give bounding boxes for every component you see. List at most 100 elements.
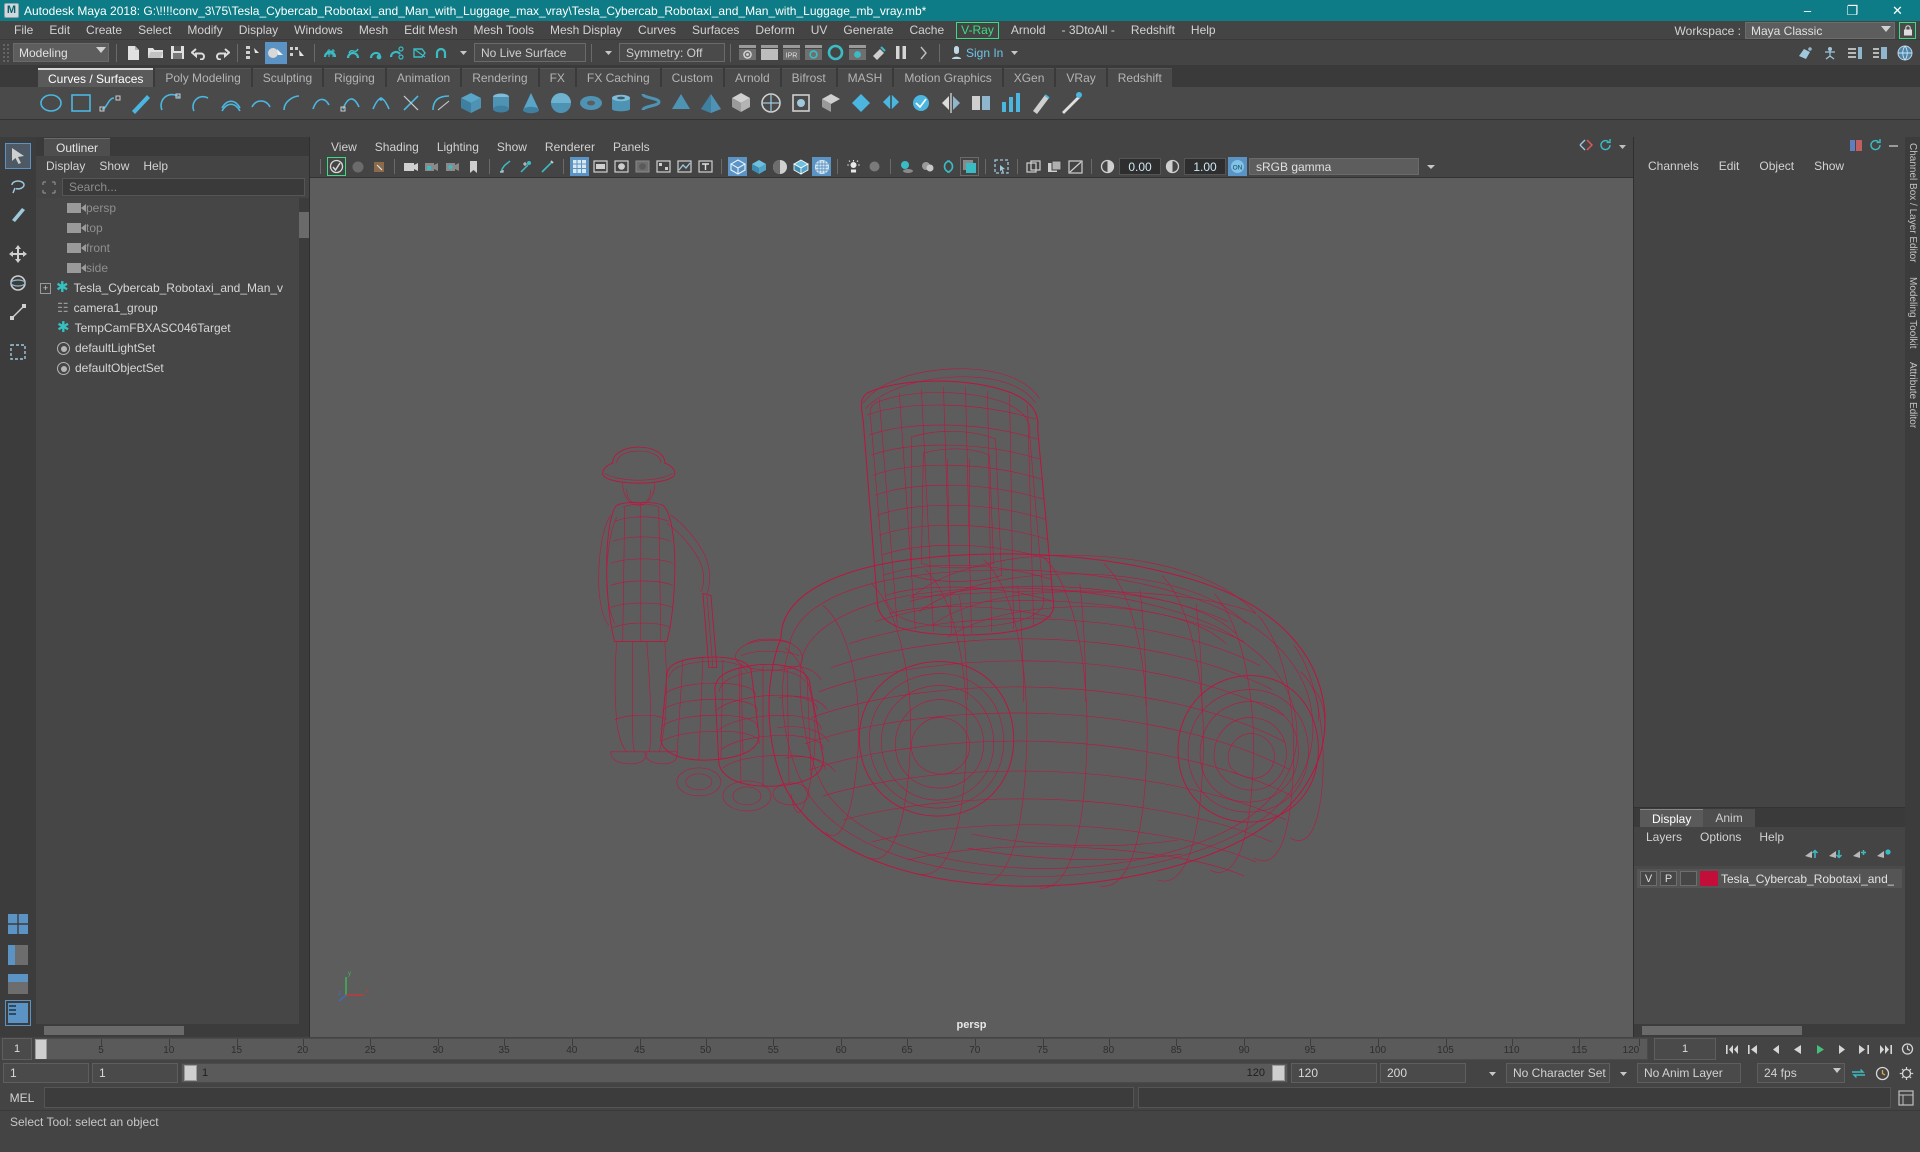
measure-tool-icon[interactable] xyxy=(538,157,557,176)
channelbox-menu-chevron-icon[interactable] xyxy=(1888,140,1899,154)
cube-light-icon[interactable] xyxy=(818,90,844,116)
channelbox-menu-edit[interactable]: Edit xyxy=(1719,159,1740,173)
ipr-render-icon[interactable]: IPR xyxy=(780,42,802,64)
layer-color-swatch[interactable] xyxy=(1700,871,1718,886)
outliner-item-default-object-set[interactable]: defaultObjectSet xyxy=(36,358,309,378)
select-component-icon[interactable] xyxy=(287,42,309,64)
extract-icon[interactable] xyxy=(968,90,994,116)
poly-cube-icon[interactable] xyxy=(458,90,484,116)
outliner-item-top[interactable]: top xyxy=(36,218,309,238)
layer-list[interactable]: V P Tesla_Cybercab_Robotaxi_and_ xyxy=(1634,866,1905,1024)
viewport-menu-chevron-icon[interactable] xyxy=(1618,140,1627,154)
auto-keyframe-icon[interactable] xyxy=(1872,1063,1893,1083)
channelbox-menu-show[interactable]: Show xyxy=(1814,159,1844,173)
new-scene-icon[interactable] xyxy=(122,42,144,64)
outliner-item-tempcam-target[interactable]: ✱ TempCamFBXASC046Target xyxy=(36,318,309,338)
render-settings-icon[interactable] xyxy=(802,42,824,64)
menu-curves[interactable]: Curves xyxy=(630,21,684,40)
poly-prism-icon[interactable] xyxy=(668,90,694,116)
quick-layout-outliner-persp-icon[interactable] xyxy=(5,1000,31,1026)
vray-vfb-icon[interactable] xyxy=(868,42,890,64)
camera-attributes-icon[interactable] xyxy=(401,157,420,176)
use-default-lighting-icon[interactable] xyxy=(844,157,863,176)
menu-cache[interactable]: Cache xyxy=(901,21,952,40)
color-management-select[interactable]: sRGB gamma xyxy=(1249,158,1419,175)
mel-result-field[interactable] xyxy=(1138,1087,1891,1108)
symmetry-field[interactable]: Symmetry: Off xyxy=(619,43,725,62)
outliner-item-persp[interactable]: persp xyxy=(36,198,309,218)
layer-horizontal-scrollbar[interactable] xyxy=(1634,1024,1905,1037)
show-hide-hud-icon[interactable] xyxy=(1819,42,1841,64)
viewport-canvas[interactable]: x y z persp xyxy=(310,178,1633,1037)
scale-tool-icon[interactable] xyxy=(5,299,31,325)
character-set-chevron-icon[interactable] xyxy=(1482,1063,1503,1083)
paint-tool-icon[interactable] xyxy=(1058,90,1084,116)
poly-sphere-icon[interactable] xyxy=(548,90,574,116)
play-forwards-icon[interactable] xyxy=(1809,1039,1830,1059)
lock-icon[interactable] xyxy=(1899,22,1916,39)
channelbox-refresh-icon[interactable] xyxy=(1869,139,1882,155)
channelbox-menu-object[interactable]: Object xyxy=(1759,159,1794,173)
menu-modify[interactable]: Modify xyxy=(179,21,230,40)
outliner-item-front[interactable]: front xyxy=(36,238,309,258)
snap-options-chevron-icon[interactable] xyxy=(452,42,474,64)
mel-command-input[interactable] xyxy=(44,1087,1134,1108)
viewport-menu-shading[interactable]: Shading xyxy=(366,140,428,154)
channel-box-body[interactable] xyxy=(1634,176,1905,807)
workspace-select[interactable]: Maya Classic xyxy=(1745,22,1895,39)
redo-icon[interactable] xyxy=(210,42,232,64)
outliner-tab[interactable]: Outliner xyxy=(44,138,111,156)
pause-render-icon[interactable] xyxy=(890,42,912,64)
range-end-handle[interactable] xyxy=(1272,1065,1285,1081)
multisample-icon[interactable] xyxy=(675,157,694,176)
grease-pencil-icon[interactable] xyxy=(517,157,536,176)
layer-menu-layers[interactable]: Layers xyxy=(1646,830,1682,844)
range-slider[interactable]: 1 120 xyxy=(181,1063,1288,1083)
poly-helix-icon[interactable] xyxy=(638,90,664,116)
layer-playback-toggle[interactable]: P xyxy=(1660,871,1677,886)
select-tool-icon[interactable] xyxy=(5,143,31,169)
layer-menu-options[interactable]: Options xyxy=(1700,830,1741,844)
select-hierarchy-icon[interactable] xyxy=(243,42,265,64)
smooth-shade-all-icon[interactable] xyxy=(749,157,768,176)
poly-torus-icon[interactable] xyxy=(578,90,604,116)
search-input[interactable]: Search... xyxy=(62,178,305,196)
close-button[interactable]: ✕ xyxy=(1875,0,1920,21)
last-tool-icon[interactable] xyxy=(5,339,31,365)
anim-layer-select[interactable]: No Anim Layer xyxy=(1637,1063,1741,1083)
current-frame-right-field[interactable]: 1 xyxy=(1654,1038,1716,1060)
channelbox-layout-icon[interactable] xyxy=(1849,139,1863,155)
move-layer-up-icon[interactable] xyxy=(1804,848,1819,864)
select-object-icon[interactable] xyxy=(265,41,287,64)
vtab-attribute-editor[interactable]: Attribute Editor xyxy=(1907,362,1918,428)
menu-file[interactable]: File xyxy=(6,21,41,40)
viewport-menu-renderer[interactable]: Renderer xyxy=(536,140,604,154)
shadows-toggle-icon[interactable] xyxy=(897,157,916,176)
menu-generate[interactable]: Generate xyxy=(835,21,901,40)
extrude-icon[interactable] xyxy=(308,90,334,116)
wireframe-on-shaded-icon[interactable] xyxy=(791,157,810,176)
outliner-item-default-light-set[interactable]: defaultLightSet xyxy=(36,338,309,358)
outliner-menu-help[interactable]: Help xyxy=(143,159,168,173)
anim-end-field[interactable]: 200 xyxy=(1380,1063,1466,1083)
time-slider-playhead[interactable] xyxy=(35,1039,47,1059)
planar-surface-icon[interactable] xyxy=(248,90,274,116)
anti-alias-toggle-icon[interactable] xyxy=(939,157,958,176)
select-camera-icon[interactable] xyxy=(327,157,346,176)
display-texture-filled-icon[interactable] xyxy=(1045,157,1064,176)
menu-uv[interactable]: UV xyxy=(803,21,836,40)
smooth-icon[interactable] xyxy=(908,90,934,116)
nurbs-square-icon[interactable] xyxy=(68,90,94,116)
gamma-field[interactable]: 1.00 xyxy=(1184,158,1226,175)
depth-of-field-icon[interactable] xyxy=(960,157,979,176)
shelf-tab-rendering[interactable]: Rendering xyxy=(462,68,538,87)
mirror-icon[interactable] xyxy=(938,90,964,116)
menu-edit-mesh[interactable]: Edit Mesh xyxy=(396,21,465,40)
playback-speed-select[interactable]: 24 fps xyxy=(1757,1063,1845,1083)
step-forward-frame-icon[interactable] xyxy=(1831,1039,1852,1059)
shelf-tab-rigging[interactable]: Rigging xyxy=(324,68,385,87)
poly-pipe-icon[interactable] xyxy=(608,90,634,116)
help-globe-icon[interactable] xyxy=(1894,42,1916,64)
layer-menu-help[interactable]: Help xyxy=(1759,830,1784,844)
separate-icon[interactable] xyxy=(878,90,904,116)
